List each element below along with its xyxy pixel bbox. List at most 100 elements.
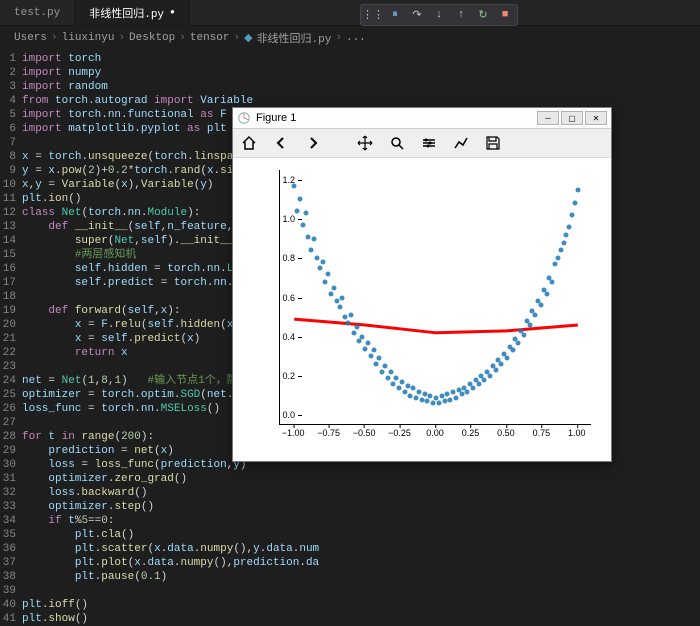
matplotlib-icon <box>237 111 251 125</box>
data-point <box>303 211 308 216</box>
maximize-button[interactable]: ▢ <box>561 111 583 125</box>
data-point <box>314 256 319 261</box>
data-point <box>555 256 560 261</box>
data-point <box>414 395 419 400</box>
data-point <box>434 395 439 400</box>
data-point <box>419 397 424 402</box>
data-point <box>309 248 314 253</box>
data-point <box>391 381 396 386</box>
data-point <box>411 385 416 390</box>
data-point <box>451 389 456 394</box>
data-point <box>570 213 575 218</box>
step-into-icon[interactable]: ↓ <box>432 8 446 22</box>
data-point <box>337 305 342 310</box>
home-icon[interactable] <box>240 134 258 152</box>
data-point <box>431 401 436 406</box>
data-point <box>516 340 521 345</box>
data-point <box>360 334 365 339</box>
data-point <box>550 279 555 284</box>
data-point <box>329 291 334 296</box>
data-point <box>425 399 430 404</box>
figure-toolbar <box>233 129 611 158</box>
data-point <box>544 291 549 296</box>
data-point <box>397 385 402 390</box>
plot-area <box>279 170 591 425</box>
data-point <box>365 340 370 345</box>
data-point <box>295 209 300 214</box>
data-point <box>326 271 331 276</box>
axes-icon[interactable] <box>452 134 470 152</box>
data-point <box>561 240 566 245</box>
data-point <box>343 315 348 320</box>
data-point <box>374 362 379 367</box>
forward-icon[interactable] <box>304 134 322 152</box>
step-over-icon[interactable]: ↷ <box>410 8 424 22</box>
debug-toolbar: ⋮⋮ ⏸ ↷ ↓ ↑ ↻ ■ <box>360 4 518 26</box>
data-point <box>453 395 458 400</box>
data-point <box>416 389 421 394</box>
data-point <box>399 379 404 384</box>
data-point <box>312 236 317 241</box>
figure-window: Figure 1 ─ ▢ ✕ 0.00.20.40.60.81.01.2−1.0… <box>232 107 612 462</box>
data-point <box>388 370 393 375</box>
data-point <box>402 389 407 394</box>
data-point <box>405 383 410 388</box>
data-point <box>348 313 353 318</box>
data-point <box>527 322 532 327</box>
data-point <box>572 201 577 206</box>
data-point <box>320 260 325 265</box>
pan-icon[interactable] <box>356 134 374 152</box>
subplots-icon[interactable] <box>420 134 438 152</box>
data-point <box>459 391 464 396</box>
close-button[interactable]: ✕ <box>585 111 607 125</box>
data-point <box>470 385 475 390</box>
data-point <box>394 375 399 380</box>
data-point <box>567 224 572 229</box>
data-point <box>382 364 387 369</box>
breadcrumb: Users›liuxinyu›Desktop›tensor›◆ 非线性回归.py… <box>0 26 700 50</box>
data-point <box>436 401 441 406</box>
data-point <box>334 299 339 304</box>
data-point <box>439 393 444 398</box>
grip-icon[interactable]: ⋮⋮ <box>366 8 380 22</box>
restart-icon[interactable]: ↻ <box>476 8 490 22</box>
data-point <box>465 389 470 394</box>
data-point <box>371 348 376 353</box>
data-point <box>354 324 359 329</box>
data-point <box>564 232 569 237</box>
data-point <box>380 370 385 375</box>
data-point <box>422 391 427 396</box>
data-point <box>493 368 498 373</box>
data-point <box>504 356 509 361</box>
step-out-icon[interactable]: ↑ <box>454 8 468 22</box>
pause-icon[interactable]: ⏸ <box>388 8 402 22</box>
minimize-button[interactable]: ─ <box>537 111 559 125</box>
data-point <box>385 375 390 380</box>
data-point <box>553 262 558 267</box>
data-point <box>521 332 526 337</box>
zoom-icon[interactable] <box>388 134 406 152</box>
figure-title: Figure 1 <box>256 112 537 124</box>
data-point <box>297 197 302 202</box>
figure-canvas[interactable]: 0.00.20.40.60.81.01.2−1.00−0.75−0.50−0.2… <box>233 158 611 461</box>
data-point <box>533 313 538 318</box>
tab-1[interactable]: 非线性回归.py● <box>75 0 190 25</box>
data-point <box>482 377 487 382</box>
back-icon[interactable] <box>272 134 290 152</box>
stop-icon[interactable]: ■ <box>498 8 512 22</box>
figure-titlebar[interactable]: Figure 1 ─ ▢ ✕ <box>233 108 611 129</box>
data-point <box>448 397 453 402</box>
data-point <box>340 295 345 300</box>
data-point <box>377 356 382 361</box>
tab-0[interactable]: test.py <box>0 0 75 25</box>
data-point <box>408 393 413 398</box>
data-point <box>476 381 481 386</box>
data-point <box>346 321 351 326</box>
data-point <box>558 248 563 253</box>
tab-bar: test.py非线性回归.py● <box>0 0 700 26</box>
prediction-line <box>294 319 578 333</box>
data-point <box>575 187 580 192</box>
line-gutter: 1234567891011121314151617181920212223242… <box>0 52 22 626</box>
data-point <box>499 362 504 367</box>
save-icon[interactable] <box>484 134 502 152</box>
